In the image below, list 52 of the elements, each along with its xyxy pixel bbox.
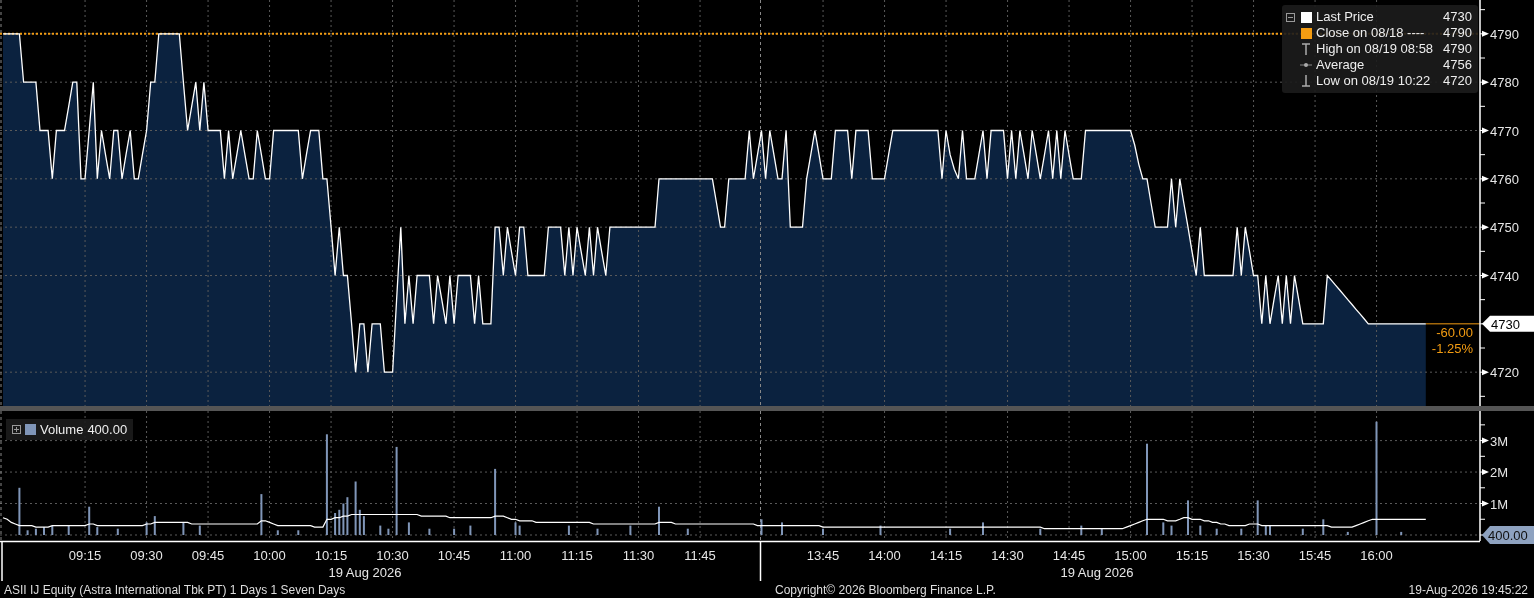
date-label: 19 Aug 2026 xyxy=(1060,565,1134,580)
axis-label: 4790 xyxy=(1490,26,1519,42)
axis-label: 4770 xyxy=(1490,123,1519,139)
legend-label: Volume xyxy=(40,422,84,437)
axis-label: 3M xyxy=(1490,433,1509,449)
percent-change: -1.25% xyxy=(1431,340,1473,356)
timestamp: 19-Aug-2026 19:45:22 xyxy=(1408,582,1528,597)
legend-label: High on 08/19 08:58 xyxy=(1316,41,1435,57)
legend-value: 400.00 xyxy=(87,422,128,437)
axis-label: 2M xyxy=(1490,465,1509,481)
time-label: 11:00 xyxy=(499,548,532,563)
time-label: 15:45 xyxy=(1298,548,1332,563)
legend-label: Close on 08/18 ---- xyxy=(1316,25,1426,41)
axis-label: 4780 xyxy=(1490,75,1519,91)
axis-label: 4740 xyxy=(1490,268,1519,284)
time-label: 15:15 xyxy=(1175,548,1209,563)
time-label: 13:45 xyxy=(806,548,840,563)
copyright-text: Copyright© 2026 Bloomberg Finance L.P. xyxy=(775,582,997,597)
time-label: 14:00 xyxy=(868,548,901,563)
legend-value: 4790 xyxy=(1443,25,1472,41)
last-price-tag: 4730 xyxy=(1482,315,1534,332)
time-label: 09:15 xyxy=(68,548,102,563)
time-label: 14:15 xyxy=(929,548,963,563)
time-label: 11:45 xyxy=(684,548,716,563)
time-label: 11:30 xyxy=(622,548,655,563)
axis-label: 4720 xyxy=(1490,365,1519,381)
time-label: 10:30 xyxy=(376,548,409,563)
time-label: 14:45 xyxy=(1052,548,1086,563)
date-label: 19 Aug 2026 xyxy=(328,565,402,580)
price-change: -60.00 xyxy=(1436,324,1473,340)
legend-value: 4790 xyxy=(1443,41,1472,57)
time-label: 09:30 xyxy=(130,548,163,563)
time-label: 09:45 xyxy=(191,548,225,563)
time-label: 11:15 xyxy=(561,548,593,563)
time-label: 14:30 xyxy=(991,548,1024,563)
time-label: 16:00 xyxy=(1360,548,1393,563)
time-label: 15:00 xyxy=(1114,548,1147,563)
legend-value: 4756 xyxy=(1443,57,1472,73)
axis-label: 4750 xyxy=(1490,220,1519,236)
time-label: 15:30 xyxy=(1237,548,1270,563)
legend-value: 4720 xyxy=(1443,73,1472,89)
axis-label: 1M xyxy=(1490,496,1509,512)
legend-label: Last Price xyxy=(1316,9,1375,25)
time-label: 10:15 xyxy=(314,548,348,563)
security-description: ASII IJ Equity (Astra International Tbk PT) 1 Days 1 Seven Days xyxy=(4,582,347,597)
last-volume-tag: 400.00 xyxy=(1482,526,1534,544)
legend-label: Average xyxy=(1316,57,1366,73)
time-label: 10:00 xyxy=(253,548,286,563)
time-label: 10:45 xyxy=(437,548,471,563)
axis-label: 4760 xyxy=(1490,171,1519,187)
legend-value: 4730 xyxy=(1443,9,1472,25)
legend-label: Low on 08/19 10:22 xyxy=(1316,73,1432,89)
